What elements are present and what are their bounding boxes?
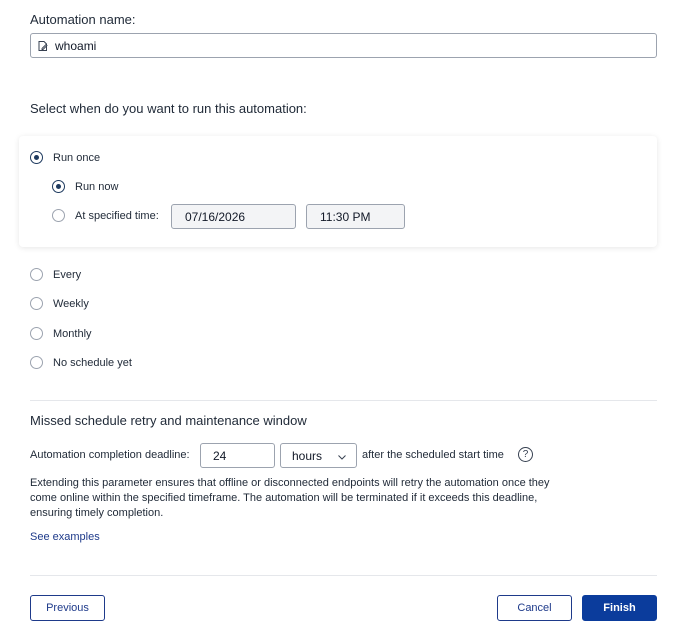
deadline-label: Automation completion deadline: [30,449,190,461]
radio-every-circle[interactable] [30,268,43,281]
edit-icon [37,40,49,52]
radio-no-schedule-label: No schedule yet [53,356,132,369]
radio-run-now[interactable]: Run now [52,180,118,193]
radio-weekly[interactable]: Weekly [30,297,89,310]
radio-no-schedule[interactable]: No schedule yet [30,356,132,369]
radio-no-schedule-circle[interactable] [30,356,43,369]
radio-monthly-label: Monthly [53,327,92,340]
cancel-button[interactable]: Cancel [497,595,572,621]
deadline-input[interactable]: 24 [200,443,275,468]
radio-run-once-circle[interactable] [30,151,43,164]
radio-run-once[interactable]: Run once [30,151,100,164]
radio-at-specified-time[interactable]: At specified time: [52,209,159,222]
radio-monthly-circle[interactable] [30,327,43,340]
radio-run-now-label: Run now [75,180,119,193]
schedule-question: Select when do you want to run this auto… [30,101,307,116]
automation-name-value: whoami [55,38,97,53]
after-start-label: after the scheduled start time [362,449,504,461]
radio-every[interactable]: Every [30,268,81,281]
automation-name-input[interactable]: whoami [30,33,657,58]
radio-at-specified-circle[interactable] [52,209,65,222]
previous-button[interactable]: Previous [30,595,105,621]
radio-run-now-circle[interactable] [52,180,65,193]
unit-select-value: hours [292,448,323,463]
radio-weekly-circle[interactable] [30,297,43,310]
divider-top [30,400,657,401]
retry-description: Extending this parameter ensures that of… [30,477,550,519]
chevron-down-icon [338,449,346,463]
radio-every-label: Every [53,268,82,281]
date-field[interactable]: 07/16/2026 [171,204,296,229]
radio-run-once-label: Run once [53,151,101,164]
radio-weekly-label: Weekly [53,297,89,310]
missed-schedule-title: Missed schedule retry and maintenance wi… [30,413,307,428]
help-icon[interactable]: ? [518,447,533,462]
finish-button[interactable]: Finish [582,595,657,621]
time-field[interactable]: 11:30 PM [306,204,405,229]
unit-select[interactable]: hours [280,443,357,468]
radio-at-specified-label: At specified time: [75,209,159,222]
see-examples-link[interactable]: See examples [30,531,100,543]
radio-monthly[interactable]: Monthly [30,327,92,340]
divider-bottom [30,575,657,576]
automation-name-label: Automation name: [30,12,136,27]
